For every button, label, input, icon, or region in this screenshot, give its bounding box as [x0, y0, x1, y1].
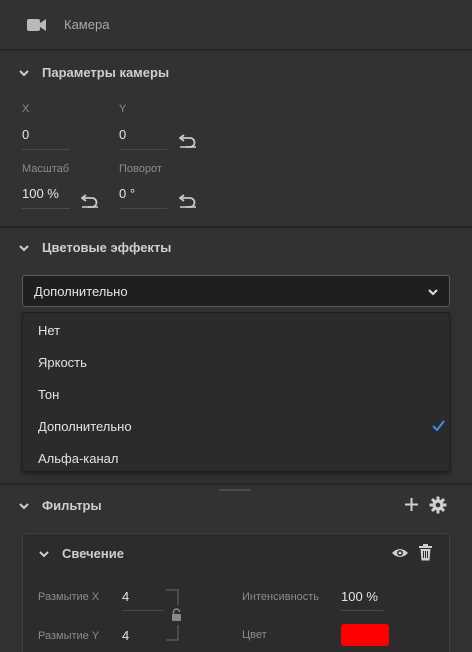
chevron-down-icon [428, 289, 438, 296]
intensity-input[interactable]: 100 % [341, 589, 378, 604]
trash-icon[interactable] [418, 544, 433, 561]
y-input-underline [119, 149, 167, 150]
reset-position-icon[interactable] [179, 132, 197, 148]
panel-header: Камера [0, 0, 472, 50]
scale-input-underline [22, 208, 70, 209]
chevron-down-icon [19, 245, 29, 252]
lock-icon[interactable] [171, 608, 182, 622]
glow-color-swatch[interactable] [341, 624, 389, 646]
divider [0, 226, 472, 228]
gear-icon[interactable] [429, 496, 447, 514]
color-label: Цвет [242, 629, 267, 641]
scale-label: Масштаб [22, 163, 70, 175]
section-color-effects-header[interactable]: Цветовые эффекты [18, 239, 458, 259]
color-effect-dropdown-menu: Нет Яркость Тон Дополнительно Альфа-кана… [22, 312, 450, 472]
rotation-label: Поворот [119, 163, 162, 175]
chevron-down-icon [19, 70, 29, 77]
menu-item[interactable]: Нет [23, 314, 449, 346]
intensity-underline [341, 610, 383, 611]
select-value: Дополнительно [34, 284, 128, 299]
reset-scale-icon[interactable] [81, 192, 99, 208]
section-camera-params-header[interactable]: Параметры камеры [18, 64, 458, 84]
blur-x-input[interactable]: 4 [122, 589, 164, 604]
x-label: X [22, 103, 30, 115]
intensity-label: Интенсивность [242, 591, 320, 603]
filter-title: Свечение [62, 546, 124, 561]
menu-item[interactable]: Тон [23, 378, 449, 410]
chevron-down-icon [39, 551, 49, 558]
rotation-input[interactable]: 0 ° [119, 186, 167, 201]
blur-x-underline [122, 610, 164, 611]
section-title: Параметры камеры [42, 65, 170, 80]
section-filters-header[interactable]: Фильтры [18, 497, 318, 517]
blur-x-label: Размытие X [38, 591, 100, 603]
x-input-underline [22, 149, 70, 150]
chevron-down-icon [19, 503, 29, 510]
rotation-input-underline [119, 208, 167, 209]
reset-rotation-icon[interactable] [179, 192, 197, 208]
eye-icon[interactable] [391, 546, 409, 560]
intensity-unit: % [366, 589, 378, 604]
menu-item[interactable]: Альфа-канал [23, 442, 449, 474]
color-effect-select[interactable]: Дополнительно [22, 275, 450, 307]
section-title: Фильтры [42, 498, 102, 513]
section-title: Цветовые эффекты [42, 240, 172, 255]
y-input[interactable]: 0 [119, 127, 167, 142]
divider [0, 49, 472, 51]
x-input[interactable]: 0 [22, 127, 70, 142]
blur-y-input[interactable]: 4 [122, 628, 164, 643]
panel-title: Камера [64, 17, 110, 32]
menu-item[interactable]: Яркость [23, 346, 449, 378]
add-filter-icon[interactable] [404, 497, 419, 512]
menu-item-selected[interactable]: Дополнительно [23, 410, 449, 442]
checkmark-icon [432, 420, 445, 431]
glow-filter-header[interactable]: Свечение [38, 545, 238, 563]
divider [0, 483, 472, 485]
y-label: Y [119, 103, 127, 115]
resize-handle[interactable] [219, 489, 251, 491]
camera-icon [27, 19, 46, 31]
blur-y-label: Размытие Y [38, 630, 100, 642]
scale-input[interactable]: 100 % [22, 186, 70, 201]
